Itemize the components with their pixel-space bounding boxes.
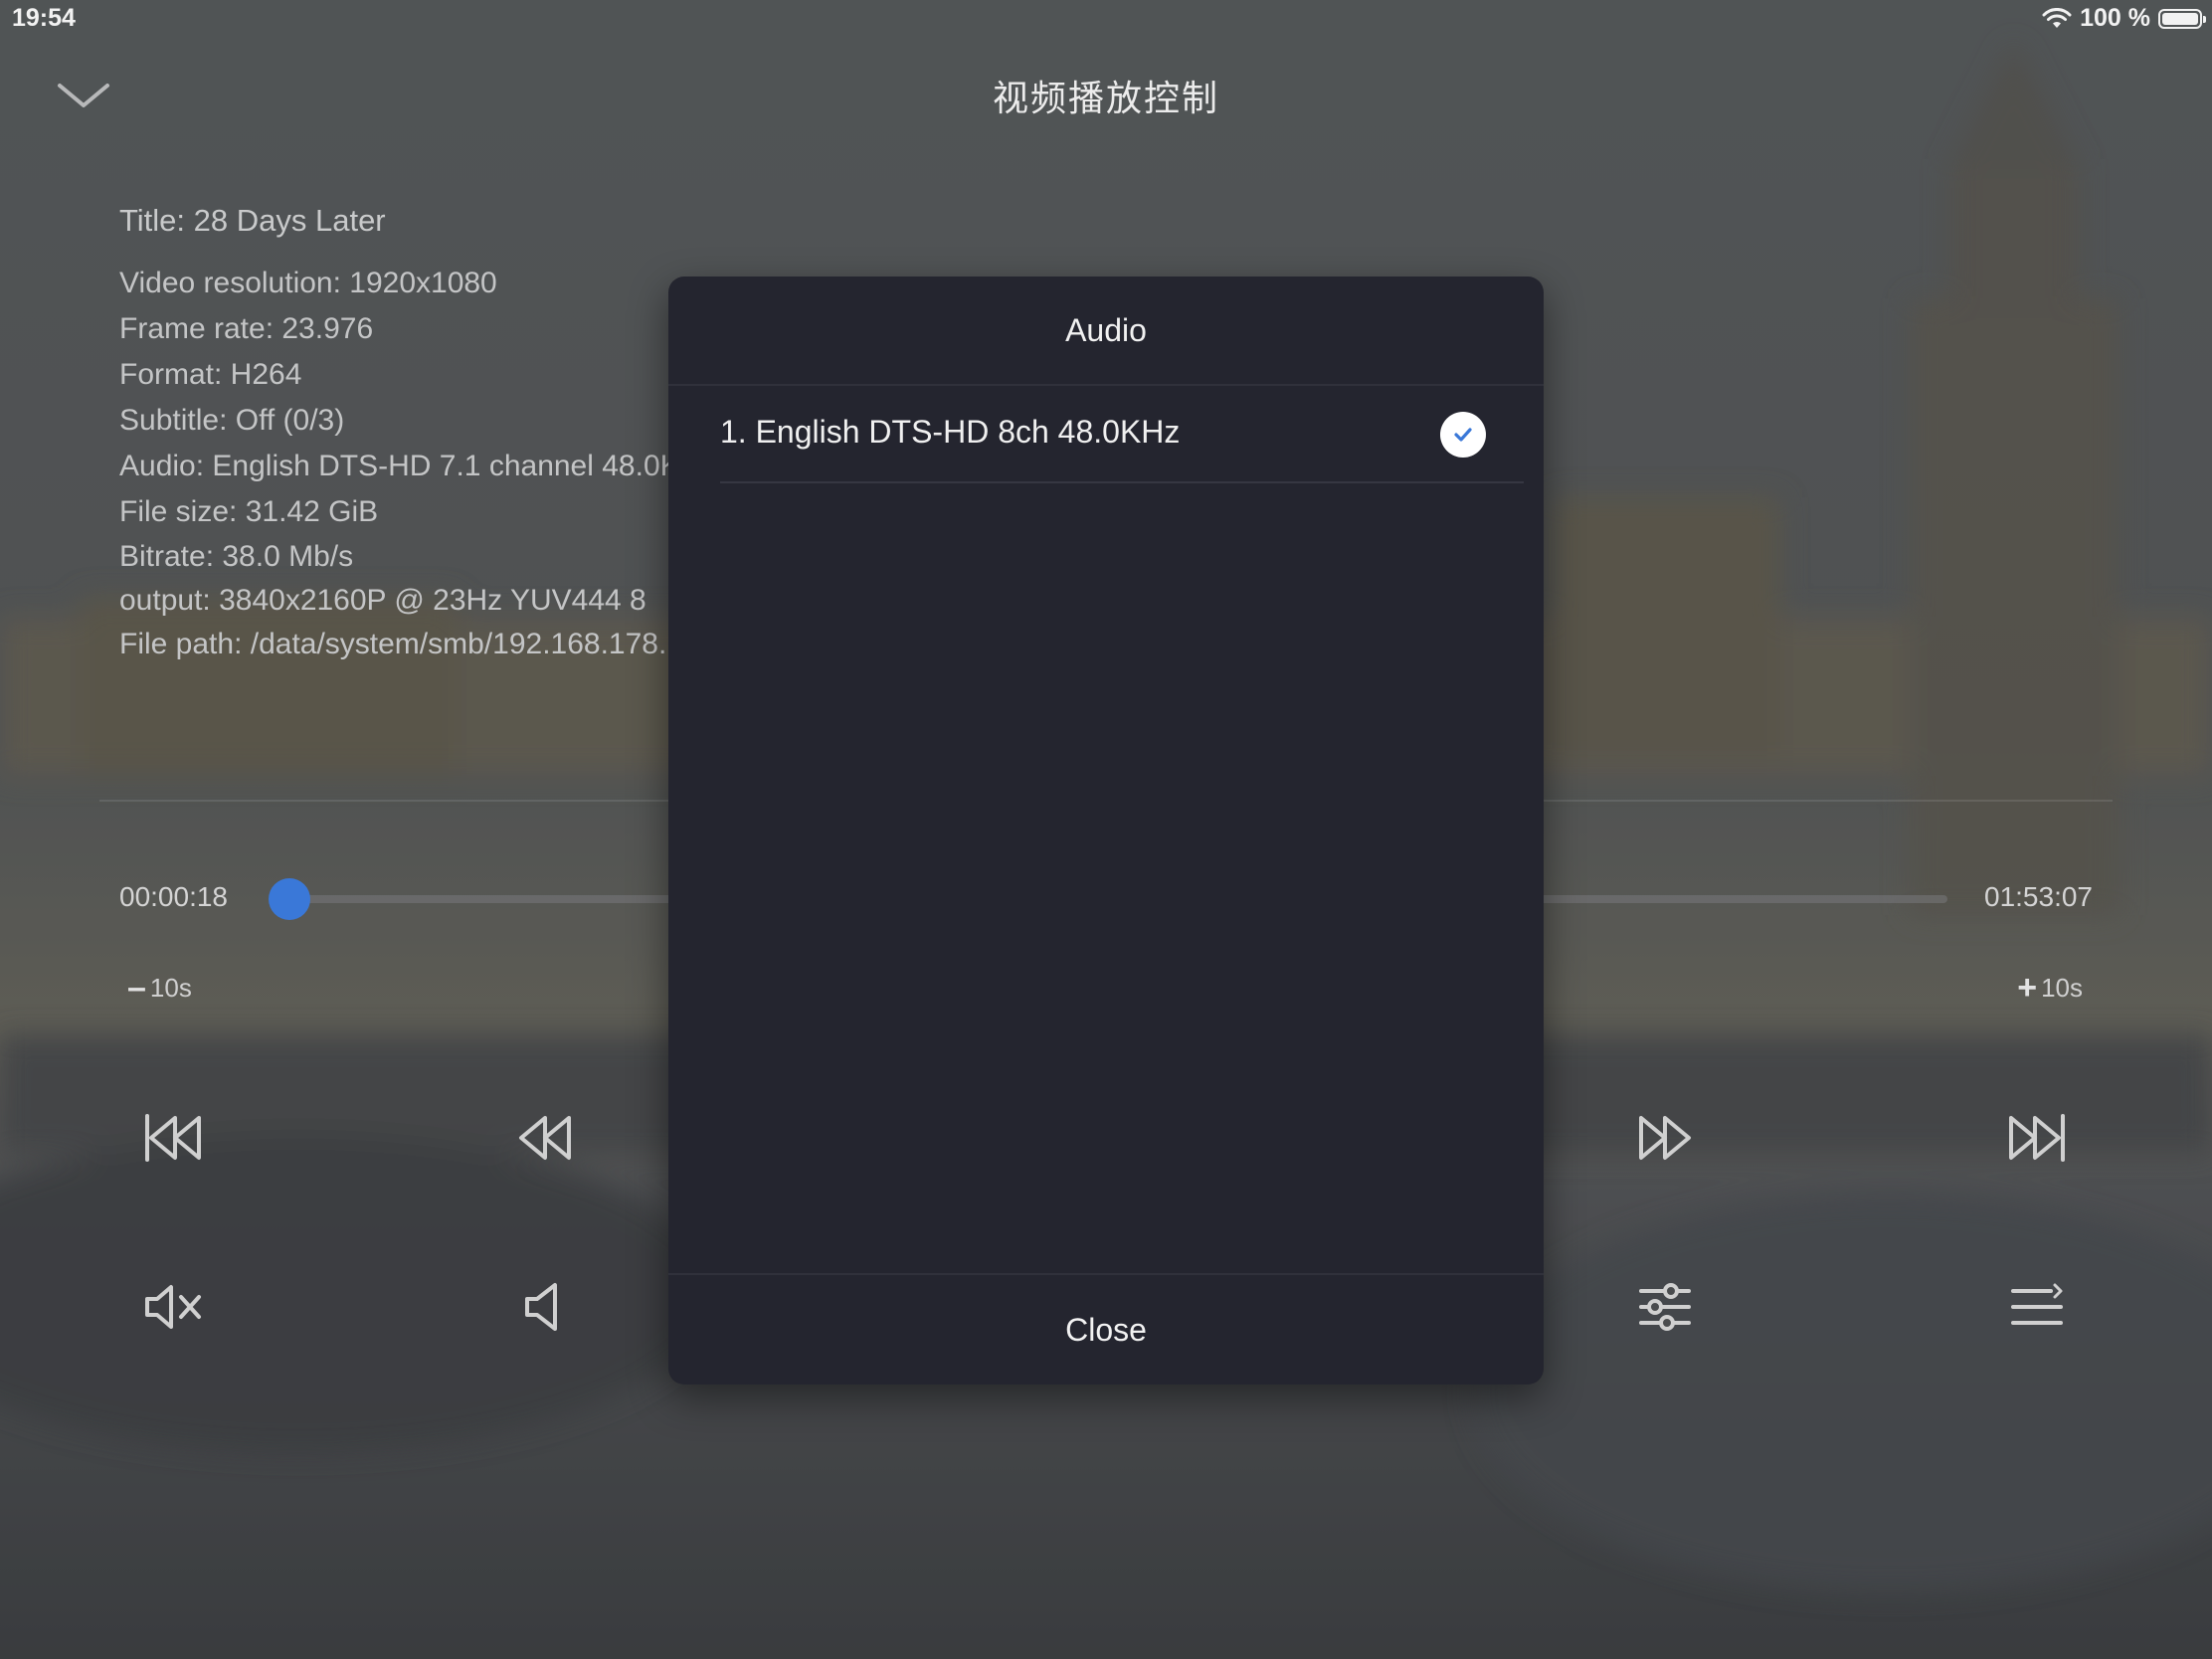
volume-down-icon [525,1283,557,1331]
skip-previous-icon [145,1114,201,1162]
current-time: 00:00:18 [119,881,228,912]
audio-track-dialog: Audio 1. English DTS-HD 8ch 48.0KHz Clos… [668,276,1544,1384]
battery-icon [2158,8,2206,29]
info-subtitle: Subtitle: Off (0/3) [119,404,345,437]
info-audio: Audio: English DTS-HD 7.1 channel 48.0K [119,450,676,482]
volume-down-button[interactable] [511,1271,583,1343]
playlist-icon [2011,1283,2063,1325]
close-button[interactable]: Close [668,1275,1544,1384]
wifi-icon [2042,7,2072,28]
progress-thumb[interactable] [269,878,311,920]
audio-track-option[interactable]: 1. English DTS-HD 8ch 48.0KHz [720,386,1524,483]
player-screen: 19:54 100 % 视频播放控制 Title: 28 Days Later … [0,0,2212,1659]
status-indicators: 100 % [2042,4,2206,33]
info-file-size: File size: 31.42 GiB [119,495,379,528]
total-time: 01:53:07 [1984,881,2093,912]
equalizer-icon [1639,1283,1691,1331]
plus-icon: + [2017,969,2038,1007]
rewind-icon [519,1116,571,1160]
skip-back-label: 10s [149,973,192,1003]
rewind-button[interactable] [509,1102,581,1174]
info-output: output: 3840x2160P @ 23Hz YUV444 8 [119,584,646,617]
skip-next-icon [2009,1114,2065,1162]
checkmark-icon [1440,412,1486,458]
playlist-button[interactable] [2001,1271,2073,1343]
info-video-resolution: Video resolution: 1920x1080 [119,267,497,299]
skip-forward-button[interactable]: + 10s [2017,969,2083,1008]
info-file-path: File path: /data/system/smb/192.168.178. [119,628,667,660]
mute-icon [145,1285,201,1329]
mute-button[interactable] [139,1271,211,1343]
status-time: 19:54 [12,4,76,32]
info-bitrate: Bitrate: 38.0 Mb/s [119,540,354,573]
skip-back-button[interactable]: – 10s [127,969,192,1008]
page-title: 视频播放控制 [992,78,1219,118]
fast-forward-icon [1639,1116,1691,1160]
media-title: Title: 28 Days Later [119,203,386,238]
media-info-list: Video resolution: 1920x1080 Frame rate: … [119,261,676,666]
audio-track-label: 1. English DTS-HD 8ch 48.0KHz [720,414,1181,450]
dialog-title: Audio [668,276,1544,386]
minus-icon: – [127,969,146,1007]
info-format: Format: H264 [119,358,302,391]
skip-forward-label: 10s [2041,973,2083,1003]
skip-previous-button[interactable] [137,1102,209,1174]
skip-next-button[interactable] [2001,1102,2073,1174]
equalizer-button[interactable] [1629,1271,1701,1343]
fast-forward-button[interactable] [1629,1102,1701,1174]
info-frame-rate: Frame rate: 23.976 [119,312,374,345]
battery-percentage: 100 % [2080,4,2150,32]
